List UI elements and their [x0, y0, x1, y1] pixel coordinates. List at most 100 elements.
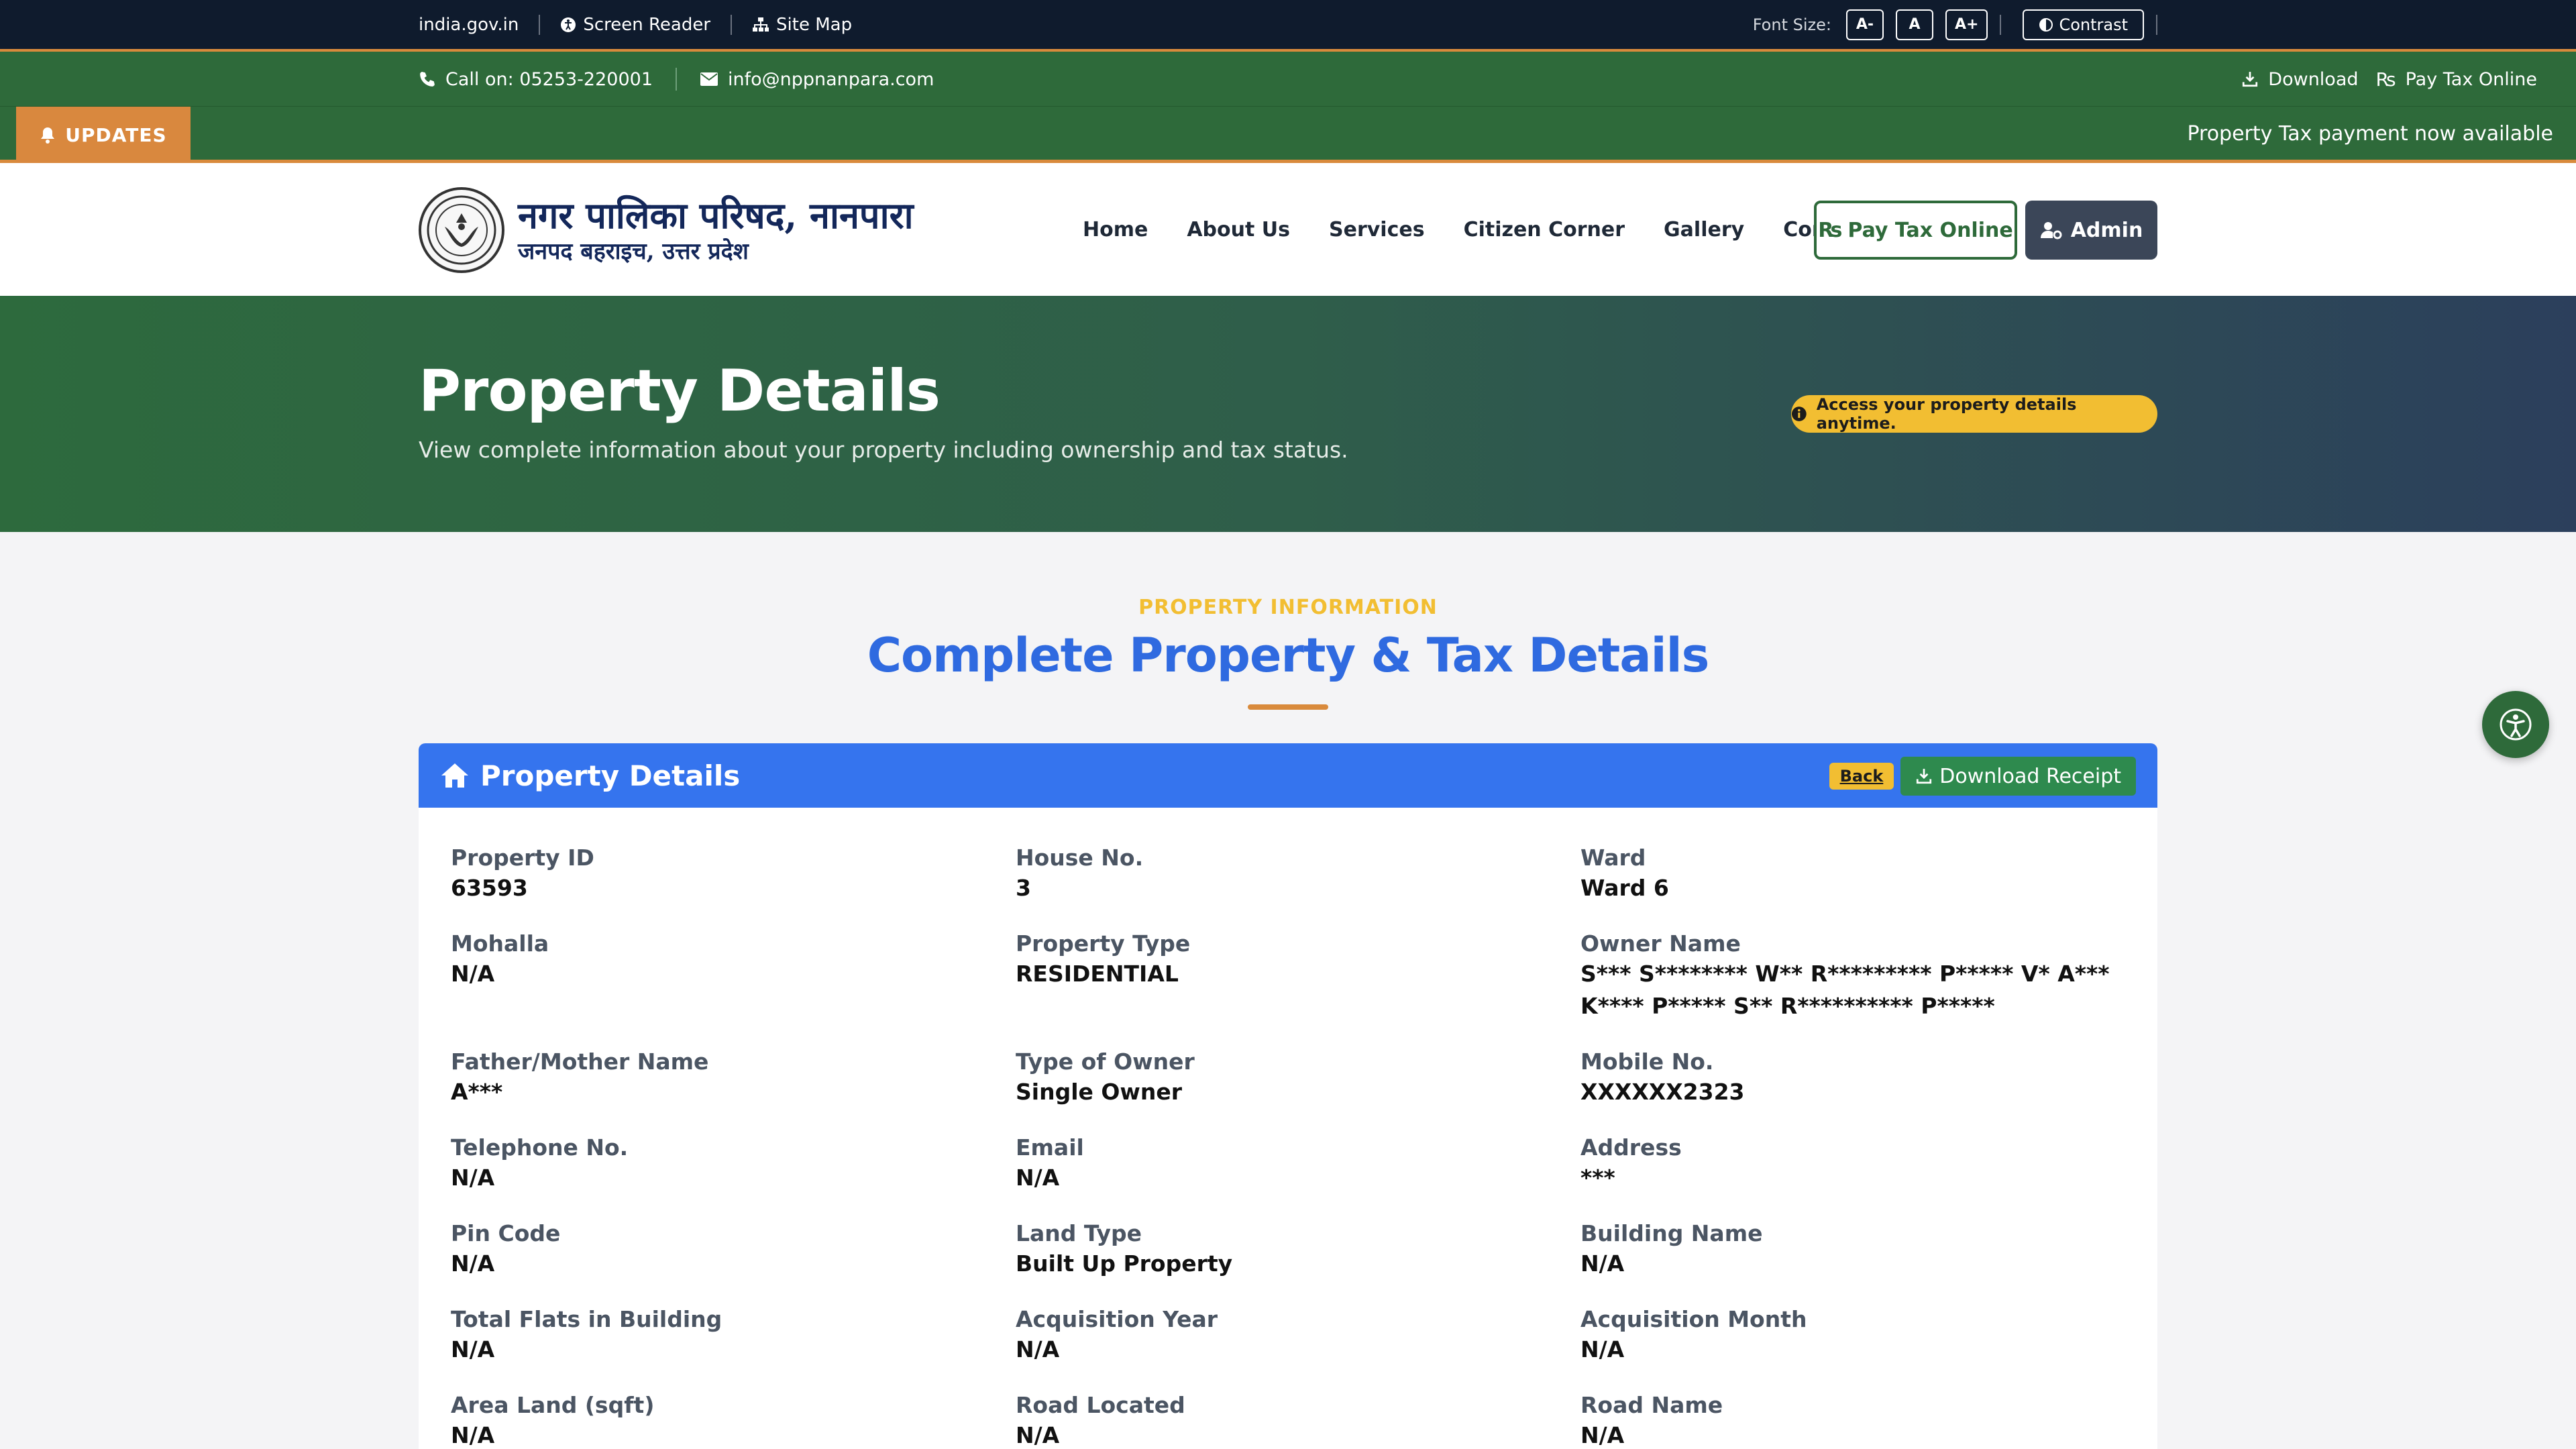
screen-reader-icon: [561, 17, 576, 32]
field-value: RESIDENTIAL: [1016, 961, 1179, 987]
field-road-located: Road Located N/A: [1016, 1391, 1552, 1449]
accessibility-icon: [2500, 708, 2532, 741]
field-label: Land Type: [1016, 1220, 1142, 1246]
field-ward: Ward Ward 6: [1580, 844, 2117, 904]
field-land-type: Land Type Built Up Property: [1016, 1220, 1552, 1280]
field-father-mother-name: Father/Mother Name A***: [451, 1048, 987, 1108]
field-label: Telephone No.: [451, 1134, 629, 1161]
field-mohalla: Mohalla N/A: [451, 930, 987, 990]
field-label: Road Name: [1580, 1392, 1723, 1418]
field-label: Email: [1016, 1134, 1084, 1161]
field-label: Road Located: [1016, 1392, 1185, 1418]
download-link[interactable]: Download: [2241, 68, 2359, 90]
field-value: N/A: [1580, 1336, 1625, 1362]
admin-button[interactable]: Admin: [2025, 201, 2157, 260]
pay-tax-button[interactable]: ₨ Pay Tax Online: [1814, 201, 2017, 260]
email-contact[interactable]: info@nppnanpara.com: [700, 69, 934, 90]
pay-tax-button-label: Pay Tax Online: [1847, 218, 2013, 242]
page-description: View complete information about your pro…: [419, 437, 1348, 463]
pay-tax-link[interactable]: ₨ Pay Tax Online: [2376, 68, 2537, 91]
top-utility-bar: india.gov.in Screen Reader Site Map Font…: [0, 0, 2576, 49]
download-icon: [2243, 72, 2258, 87]
org-subtitle: जनपद बहराइच, उत्तर प्रदेश: [518, 238, 749, 265]
email-label: info@nppnanpara.com: [728, 68, 934, 90]
contrast-button[interactable]: Contrast: [2023, 9, 2144, 40]
field-value: 63593: [451, 875, 528, 901]
hero-banner: Property Details View complete informati…: [0, 296, 2576, 532]
field-value: N/A: [1016, 1422, 1060, 1448]
field-email: Email N/A: [1016, 1134, 1552, 1194]
field-label: Ward: [1580, 845, 1646, 871]
field-owner-name: Owner Name S*** S******** W** R*********…: [1580, 930, 2125, 1022]
field-value: N/A: [1016, 1336, 1060, 1362]
field-value: XXXXXX2323: [1580, 1079, 1745, 1105]
brand[interactable]: नगर पालिका परिषद, नानपारा जनपद बहराइच, उ…: [419, 187, 914, 273]
field-total-flats: Total Flats in Building N/A: [451, 1305, 987, 1366]
divider: [539, 14, 541, 35]
field-acquisition-month: Acquisition Month N/A: [1580, 1305, 2117, 1366]
admin-label: Admin: [2070, 218, 2143, 242]
india-gov-link[interactable]: india.gov.in: [419, 15, 519, 35]
screen-reader-link[interactable]: Screen Reader: [560, 15, 710, 35]
field-value: 3: [1016, 875, 1031, 901]
field-value: A***: [451, 1079, 503, 1105]
info-icon: [1791, 407, 1807, 421]
contrast-icon: [2039, 17, 2053, 32]
field-label: Father/Mother Name: [451, 1049, 709, 1075]
notice-pill: Access your property details anytime.: [1791, 395, 2157, 433]
field-value: N/A: [1580, 1422, 1625, 1448]
divider: [676, 68, 677, 91]
field-label: Address: [1580, 1134, 1682, 1161]
divider: [2000, 14, 2002, 35]
updates-ticker[interactable]: Property Tax payment now available: [2187, 107, 2553, 160]
field-label: Type of Owner: [1016, 1049, 1195, 1075]
field-label: Owner Name: [1580, 930, 1741, 957]
field-acquisition-year: Acquisition Year N/A: [1016, 1305, 1552, 1366]
nav-services[interactable]: Services: [1329, 218, 1425, 241]
download-label: Download: [2268, 68, 2359, 90]
rupee-icon: ₨: [1818, 218, 1843, 242]
main-nav: Home About Us Services Citizen Corner Ga…: [1083, 163, 1871, 296]
field-value: N/A: [451, 961, 495, 987]
field-value: Built Up Property: [1016, 1250, 1233, 1277]
field-label: Mohalla: [451, 930, 549, 957]
back-button[interactable]: Back: [1829, 763, 1894, 790]
font-reset-button[interactable]: A: [1895, 9, 1933, 40]
field-area-land: Area Land (sqft) N/A: [451, 1391, 987, 1449]
phone-contact[interactable]: Call on: 05253-220001: [419, 69, 653, 90]
bell-icon: [41, 127, 55, 144]
site-map-link[interactable]: Site Map: [752, 15, 852, 35]
field-property-id: Property ID 63593: [451, 844, 987, 904]
home-icon: [441, 763, 468, 788]
nav-citizen-corner[interactable]: Citizen Corner: [1464, 218, 1625, 241]
field-label: Property ID: [451, 845, 594, 871]
font-size-label: Font Size:: [1752, 15, 1831, 34]
pay-tax-label: Pay Tax Online: [2405, 68, 2537, 90]
notice-text: Access your property details anytime.: [1816, 395, 2077, 433]
screen-reader-label: Screen Reader: [583, 14, 711, 35]
phone-icon: [420, 72, 435, 87]
contact-bar: Call on: 05253-220001 info@nppnanpara.co…: [0, 49, 2576, 107]
updates-bar: UPDATES Property Tax payment now availab…: [0, 107, 2576, 163]
card-title: Property Details: [480, 759, 741, 792]
field-pin-code: Pin Code N/A: [451, 1220, 987, 1280]
field-value: ***: [1580, 1165, 1615, 1191]
font-decrease-button[interactable]: A-: [1845, 9, 1884, 40]
download-icon: [1917, 769, 1932, 784]
updates-badge: UPDATES: [16, 107, 191, 163]
field-label: Pin Code: [451, 1220, 561, 1246]
field-label: Total Flats in Building: [451, 1306, 722, 1332]
property-details-card: Property Details Back Download Receipt P…: [419, 743, 2157, 1449]
font-increase-button[interactable]: A+: [1945, 9, 1988, 40]
nav-home[interactable]: Home: [1083, 218, 1148, 241]
field-label: House No.: [1016, 845, 1144, 871]
field-label: Mobile No.: [1580, 1049, 1714, 1075]
download-receipt-button[interactable]: Download Receipt: [1900, 757, 2136, 796]
accessibility-button[interactable]: [2482, 691, 2549, 758]
field-type-of-owner: Type of Owner Single Owner: [1016, 1048, 1552, 1108]
divider: [731, 14, 733, 35]
card-header: Property Details Back Download Receipt: [419, 743, 2157, 808]
field-value: N/A: [1016, 1165, 1060, 1191]
nav-gallery[interactable]: Gallery: [1664, 218, 1744, 241]
nav-about-us[interactable]: About Us: [1187, 218, 1290, 241]
